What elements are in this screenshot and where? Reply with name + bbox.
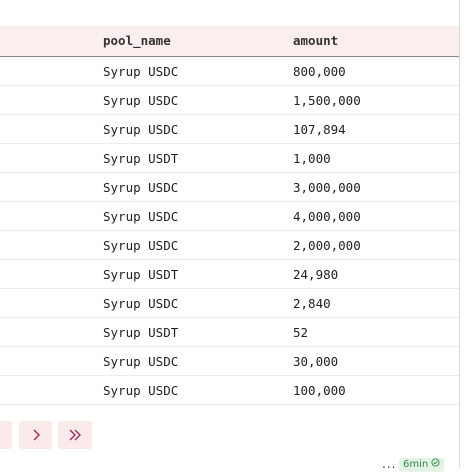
cell-pool-name: Syrup USDT: [103, 325, 179, 340]
panel-right-border: [459, 0, 460, 468]
table-row[interactable]: Syrup USDC 107,894: [0, 115, 459, 144]
cell-amount: 1,500,000: [293, 93, 361, 108]
table-row[interactable]: Syrup USDC 2,840: [0, 289, 459, 318]
cell-amount: 24,980: [293, 267, 339, 282]
table-row[interactable]: Syrup USDT 24,980: [0, 260, 459, 289]
last-page-icon: [67, 428, 83, 442]
table-row[interactable]: Syrup USDT 52: [0, 318, 459, 347]
table-row[interactable]: Syrup USDC 3,000,000: [0, 173, 459, 202]
cell-amount: 107,894: [293, 122, 346, 137]
pagination: [0, 421, 100, 449]
cell-pool-name: Syrup USDC: [103, 238, 179, 253]
table-row[interactable]: Syrup USDC 800,000: [0, 57, 459, 86]
table-row[interactable]: Syrup USDC 4,000,000: [0, 202, 459, 231]
cell-pool-name: Syrup USDC: [103, 180, 179, 195]
table-row[interactable]: Syrup USDC 30,000: [0, 347, 459, 376]
cell-amount: 800,000: [293, 64, 346, 79]
cell-amount: 3,000,000: [293, 180, 361, 195]
cell-pool-name: Syrup USDC: [103, 209, 179, 224]
cell-pool-name: Syrup USDC: [103, 354, 179, 369]
cell-amount: 4,000,000: [293, 209, 361, 224]
status-badge-label: 6min: [403, 459, 429, 470]
next-page-button[interactable]: [19, 421, 52, 449]
table-header: pool_name amount: [0, 26, 459, 57]
more-options-button[interactable]: ...: [382, 457, 396, 471]
cell-pool-name: Syrup USDC: [103, 93, 179, 108]
cell-amount: 2,840: [293, 296, 331, 311]
cell-amount: 52: [293, 325, 309, 340]
table-row[interactable]: Syrup USDC 100,000: [0, 376, 459, 405]
cell-amount: 2,000,000: [293, 238, 361, 253]
next-page-icon: [31, 428, 41, 442]
prev-page-button[interactable]: [0, 421, 12, 449]
cell-pool-name: Syrup USDC: [103, 64, 179, 79]
table-body: Syrup USDC 800,000 Syrup USDC 1,500,000 Syru…: [0, 57, 459, 405]
check-circle-icon: [431, 458, 440, 472]
cell-amount: 30,000: [293, 354, 339, 369]
cell-pool-name: Syrup USDC: [103, 383, 179, 398]
cell-amount: 1,000: [293, 151, 331, 166]
column-header-amount[interactable]: amount: [293, 26, 338, 56]
column-header-pool-name[interactable]: pool_name: [103, 26, 171, 56]
cell-pool-name: Syrup USDT: [103, 151, 179, 166]
last-page-button[interactable]: [58, 421, 92, 449]
results-table: pool_name amount Syrup USDC 800,000 Syrup …: [0, 26, 459, 405]
cell-amount: 100,000: [293, 383, 346, 398]
cell-pool-name: Syrup USDC: [103, 296, 179, 311]
cell-pool-name: Syrup USDC: [103, 122, 179, 137]
table-row[interactable]: Syrup USDC 2,000,000: [0, 231, 459, 260]
status-badge: 6min: [399, 458, 445, 472]
table-row[interactable]: Syrup USDC 1,500,000: [0, 86, 459, 115]
table-row[interactable]: Syrup USDT 1,000: [0, 144, 459, 173]
cell-pool-name: Syrup USDT: [103, 267, 179, 282]
